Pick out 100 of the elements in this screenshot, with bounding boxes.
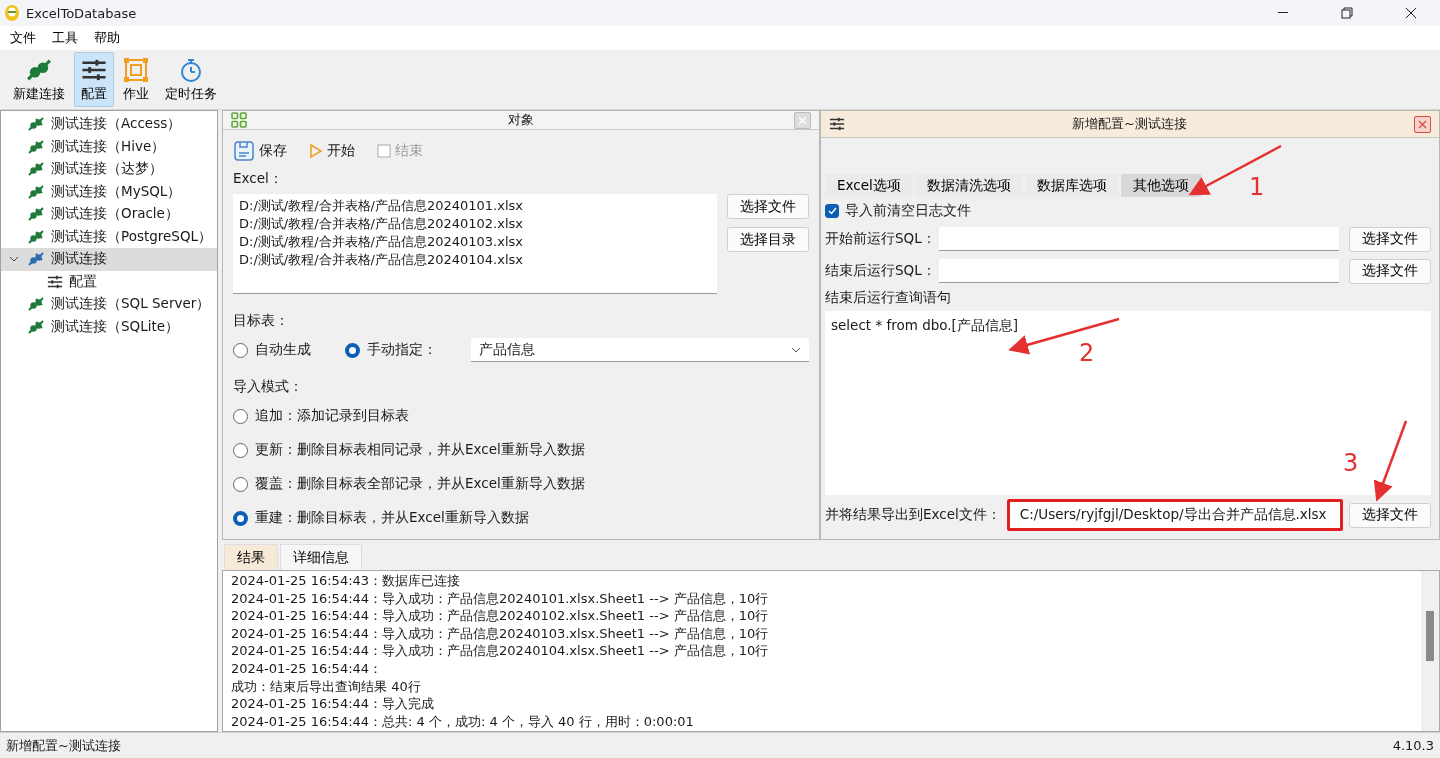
log-line: 2024-01-25 16:54:44：导入完成 bbox=[231, 695, 436, 713]
radio-button[interactable] bbox=[233, 408, 248, 424]
select-file-button[interactable]: 选择文件 bbox=[1349, 258, 1431, 284]
tab[interactable]: 详细信息 bbox=[280, 544, 362, 570]
select-file-button[interactable]: 选择文件 bbox=[1349, 226, 1431, 252]
log-line: 2024-01-25 16:54:44： bbox=[231, 659, 384, 678]
radio-button[interactable] bbox=[233, 476, 248, 492]
annotation-number: 2 bbox=[1079, 339, 1095, 367]
tab[interactable]: Excel选项 bbox=[825, 174, 913, 197]
file-path: D:/测试/教程/合并表格/产品信息20240102.xlsx bbox=[239, 215, 524, 233]
sql-input-field[interactable] bbox=[939, 259, 1339, 283]
minimize-icon bbox=[1278, 12, 1288, 14]
app-logo-icon bbox=[4, 4, 20, 22]
annotation-number: 3 bbox=[1343, 449, 1359, 477]
tree-item[interactable]: 测试连接（达梦） bbox=[1, 158, 217, 181]
file-path: D:/测试/教程/合并表格/产品信息20240104.xlsx bbox=[239, 251, 524, 269]
grid-icon bbox=[231, 112, 247, 128]
panel-title: 新增配置~测试连接 bbox=[1071, 115, 1188, 133]
select-button[interactable]: 选择目录 bbox=[727, 227, 809, 252]
tab[interactable]: 数据清洗选项 bbox=[914, 174, 1023, 197]
radio-button[interactable] bbox=[233, 342, 248, 358]
tab[interactable]: 数据库选项 bbox=[1024, 174, 1119, 197]
tree-item[interactable]: 测试连接（SQLite） bbox=[1, 315, 217, 338]
field-label: 目标表： bbox=[233, 312, 290, 330]
toolbar-button[interactable]: 新建连接 bbox=[6, 52, 72, 107]
play-icon bbox=[309, 143, 323, 159]
select-button[interactable]: 选择文件 bbox=[727, 194, 809, 219]
file-list[interactable]: D:/测试/教程/合并表格/产品信息20240101.xlsx D:/测试/教程/合并表格/产品信息20240102.xlsx D:/测试/教程/合并表格/产品信息20240103.xlsx D:/测试/教程/合并表格/产品信息20240104.xlsx bbox=[233, 194, 717, 294]
plug-icon bbox=[27, 116, 45, 133]
close-icon bbox=[1405, 7, 1417, 19]
menu-item[interactable]: 工具 bbox=[46, 27, 84, 49]
tab[interactable]: 其他选项 bbox=[1120, 174, 1201, 197]
annotation-number: 1 bbox=[1249, 173, 1265, 201]
tree-item[interactable]: 测试连接（Hive） bbox=[1, 135, 217, 158]
toolbar-button[interactable]: 配置 bbox=[74, 52, 114, 107]
toolbar-action[interactable]: 保存 bbox=[233, 140, 287, 162]
radio-button[interactable] bbox=[345, 342, 360, 358]
toolbar-action[interactable]: 开始 bbox=[309, 142, 355, 160]
radio-label: 追加：添加记录到目标表 bbox=[255, 407, 409, 425]
checkbox[interactable] bbox=[825, 204, 839, 218]
restore-icon bbox=[1341, 7, 1353, 19]
tab[interactable]: 结果 bbox=[224, 544, 278, 570]
close-icon bbox=[1418, 119, 1427, 129]
plug-icon bbox=[27, 318, 45, 335]
panel-close-button[interactable] bbox=[1414, 115, 1431, 133]
radio-label: 手动指定： bbox=[367, 341, 437, 359]
panel-title: 对象 bbox=[506, 111, 535, 129]
file-path: D:/测试/教程/合并表格/产品信息20240103.xlsx bbox=[239, 233, 524, 251]
field-label: 结束后运行查询语句 bbox=[825, 289, 952, 307]
file-path: D:/测试/教程/合并表格/产品信息20240101.xlsx bbox=[239, 197, 524, 215]
stopwatch-icon bbox=[178, 56, 204, 83]
radio-label: 自动生成 bbox=[255, 341, 311, 359]
log-line: 2024-01-25 16:54:44：导入成功：产品信息20240104.xlsx.Sheet1 --> 产品信息，10行 bbox=[231, 642, 770, 660]
frame-icon bbox=[123, 56, 149, 83]
log-line: 2024-01-25 16:54:44：总共: 4 个，成功: 4 个，导入 40 行，用时：0:00:01 bbox=[231, 712, 695, 731]
tree-item[interactable]: 配置 bbox=[1, 270, 217, 293]
tree-item[interactable]: 测试连接（Access） bbox=[1, 113, 217, 136]
log-line: 成功：结束后导出查询结果 40行 bbox=[231, 677, 422, 696]
sliders-icon bbox=[829, 116, 845, 132]
chevron-down-icon bbox=[791, 346, 801, 353]
plug-icon bbox=[27, 206, 45, 223]
radio-label: 更新：删除目标表相同记录，并从Excel重新导入数据 bbox=[255, 441, 585, 459]
field-label: 导入模式： bbox=[233, 378, 304, 396]
tree-item[interactable]: 测试连接（Oracle） bbox=[1, 203, 217, 226]
log-line: 2024-01-25 16:54:44：导入成功：产品信息20240102.xlsx.Sheet1 --> 产品信息，10行 bbox=[231, 607, 770, 625]
close-icon bbox=[798, 115, 807, 125]
menu-item[interactable]: 文件 bbox=[4, 27, 42, 49]
select-file-button[interactable]: 选择文件 bbox=[1349, 502, 1431, 528]
plug-icon bbox=[27, 251, 45, 268]
sliders-icon bbox=[47, 273, 63, 290]
tree-item[interactable]: 测试连接（MySQL） bbox=[1, 180, 217, 203]
version-text: 4.10.3 bbox=[1392, 738, 1434, 753]
tree-item[interactable]: 测试连接（PostgreSQL） bbox=[1, 225, 217, 248]
radio-button[interactable] bbox=[233, 442, 248, 458]
window-title: ExcelToDatabase bbox=[26, 5, 138, 21]
scrollbar[interactable] bbox=[1421, 571, 1439, 731]
toolbar-button[interactable]: 作业 bbox=[116, 52, 156, 107]
radio-label: 重建：删除目标表，并从Excel重新导入数据 bbox=[255, 509, 529, 527]
tree-item[interactable]: 测试连接 bbox=[1, 248, 217, 271]
export-path-field[interactable]: C:/Users/ryjfgjl/Desktop/导出合并产品信息.xlsx bbox=[1006, 499, 1343, 531]
plug-icon bbox=[27, 228, 45, 245]
sql-input-field[interactable] bbox=[939, 227, 1339, 251]
checkbox-icon bbox=[377, 144, 391, 158]
radio-label: 覆盖：删除目标表全部记录，并从Excel重新导入数据 bbox=[255, 475, 585, 493]
log-line: 2024-01-25 16:54:44：导入成功：产品信息20240101.xlsx.Sheet1 --> 产品信息，10行 bbox=[231, 589, 770, 608]
radio-button[interactable] bbox=[233, 510, 248, 526]
field-label: Excel： bbox=[233, 170, 284, 188]
table-dropdown[interactable]: 产品信息 bbox=[471, 338, 809, 362]
menu-item[interactable]: 帮助 bbox=[88, 27, 126, 49]
toolbar-button[interactable]: 定时任务 bbox=[158, 52, 224, 107]
plug-icon bbox=[27, 183, 45, 200]
plug-icon bbox=[27, 296, 45, 313]
plug-icon bbox=[27, 161, 45, 178]
save-icon bbox=[233, 140, 255, 162]
field-label: 并将结果导出到Excel文件： bbox=[825, 506, 1001, 524]
tree-item[interactable]: 测试连接（SQL Server） bbox=[1, 293, 217, 316]
log-line: 2024-01-25 16:54:44：导入成功：产品信息20240103.xlsx.Sheet1 --> 产品信息，10行 bbox=[231, 624, 770, 643]
status-text: 新增配置~测试连接 bbox=[6, 736, 121, 755]
log-line: 2024-01-25 16:54:43：数据库已连接 bbox=[231, 572, 462, 590]
checkbox-label: 导入前清空日志文件 bbox=[845, 202, 971, 220]
